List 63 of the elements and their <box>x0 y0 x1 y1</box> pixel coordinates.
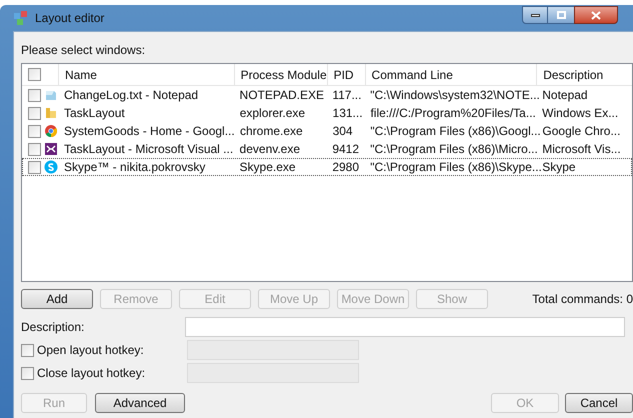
table-cell: SystemGoods - Home - Googl... <box>64 124 235 138</box>
list-row[interactable]: TaskLayout - Microsoft Visual ... devenv.exe 9412 "C:\Program Files (x86)\Micro... Microsoft Vis... <box>22 140 632 158</box>
column-header[interactable]: Name <box>58 64 234 85</box>
list-row[interactable]: ChangeLog.txt - Notepad NOTEPAD.EXE 117... "C:\Windows\system32\NOTE... Notepad <box>22 86 632 104</box>
description-field[interactable] <box>184 317 625 337</box>
table-cell: Skype <box>542 160 576 174</box>
table-cell: Skype™ - nikita.pokrovsky <box>64 160 206 174</box>
column-header[interactable]: PID <box>326 64 365 85</box>
maximize-icon <box>556 11 566 19</box>
table-cell: TaskLayout - Microsoft Visual ... <box>64 142 234 156</box>
select-all-checkbox[interactable] <box>28 68 41 81</box>
infinity-logo-icon <box>44 142 58 156</box>
list-row[interactable]: TaskLayout explorer.exe 131... file:///C:/Program%20Files/Ta... Windows Ex... <box>22 104 632 122</box>
total-commands-label: Total commands: 0 <box>532 291 633 308</box>
minimize-button[interactable] <box>522 6 548 24</box>
column-header[interactable]: Process Module <box>234 64 327 85</box>
table-cell: 2980 <box>332 160 360 174</box>
close-icon <box>591 10 601 20</box>
table-cell: "C:\Program Files (x86)\Micro... <box>370 142 538 156</box>
table-cell: "C:\Windows\system32\NOTE... <box>370 88 540 102</box>
table-cell: Notepad <box>542 88 588 102</box>
table-cell: ChangeLog.txt - Notepad <box>64 88 198 102</box>
table-cell: chrome.exe <box>240 124 303 138</box>
dialog-button[interactable]: Add <box>21 289 93 309</box>
table-cell: 9412 <box>332 142 360 156</box>
table-cell: Google Chro... <box>542 124 620 138</box>
column-header[interactable]: Command Line <box>364 64 536 85</box>
list-row[interactable]: Skype™ - nikita.pokrovsky Skype.exe 2980 "C:\Program Files (x86)\Skype...Skype <box>22 158 632 176</box>
maximize-button[interactable] <box>548 6 574 24</box>
table-cell: Windows Ex... <box>542 106 618 120</box>
chat-logo-icon <box>44 160 58 174</box>
table-cell: Skype.exe <box>240 160 296 174</box>
table-cell: devenv.exe <box>240 142 300 156</box>
row-checkbox[interactable] <box>28 160 41 174</box>
close-button[interactable] <box>574 6 618 24</box>
app-icon <box>13 10 29 26</box>
notepad-icon <box>44 88 58 102</box>
description-label: Description: <box>21 319 86 336</box>
hotkey-label: Close layout hotkey: <box>37 365 146 382</box>
row-checkbox[interactable] <box>28 106 41 120</box>
table-cell: explorer.exe <box>240 106 306 120</box>
dialog-button[interactable]: Cancel <box>565 393 633 413</box>
minimize-icon <box>530 14 540 16</box>
list-row[interactable]: SystemGoods - Home - Googl... chrome.exe 304 "C:\Program Files (x86)\Googl...Google Chro... <box>22 122 632 140</box>
row-checkbox[interactable] <box>28 142 41 156</box>
table-cell: 117... <box>332 88 362 102</box>
table-cell: "C:\Program Files (x86)\Skype... <box>370 160 542 174</box>
dialog-button[interactable]: Advanced <box>95 393 185 413</box>
column-header[interactable]: Description <box>536 64 632 85</box>
row-checkbox[interactable] <box>28 88 41 102</box>
table-cell: 304 <box>332 124 353 138</box>
table-cell: file:///C:/Program%20Files/Ta... <box>370 106 536 120</box>
hotkey-label: Open layout hotkey: <box>37 342 144 359</box>
table-cell: 131... <box>332 106 363 120</box>
table-cell: NOTEPAD.EXE <box>240 88 324 102</box>
prompt-label: Please select windows: <box>21 42 146 58</box>
table-cell: "C:\Program Files (x86)\Googl... <box>370 124 541 138</box>
table-cell: Microsoft Vis... <box>542 142 621 156</box>
row-checkbox[interactable] <box>28 124 41 138</box>
table-cell: TaskLayout <box>64 106 125 120</box>
window-title: Layout editor <box>35 10 104 27</box>
browser-icon <box>44 124 58 138</box>
folder-icon <box>44 106 58 120</box>
